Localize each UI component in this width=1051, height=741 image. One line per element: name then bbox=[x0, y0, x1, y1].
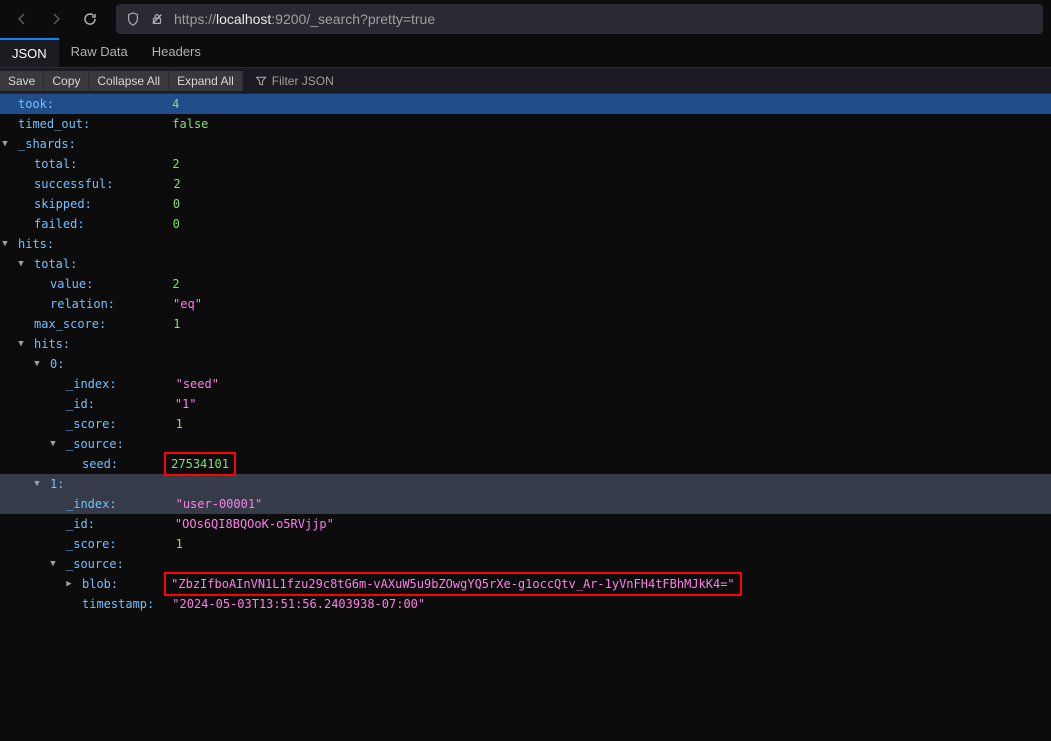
copy-button[interactable]: Copy bbox=[44, 71, 89, 91]
chevron-down-icon[interactable]: ▼ bbox=[16, 254, 26, 274]
json-tree: took:4 timed_out:false ▼_shards: total:2… bbox=[0, 94, 1051, 614]
json-row-hit1-source[interactable]: ▼_source: bbox=[0, 554, 1051, 574]
json-row-hits-total-value[interactable]: value:2 bbox=[0, 274, 1051, 294]
json-row-timed-out[interactable]: timed_out:false bbox=[0, 114, 1051, 134]
json-row-hits-maxscore[interactable]: max_score:1 bbox=[0, 314, 1051, 334]
viewer-tabs: JSON Raw Data Headers bbox=[0, 38, 1051, 68]
chevron-right-icon[interactable]: ▶ bbox=[64, 574, 74, 594]
tab-json[interactable]: JSON bbox=[0, 38, 59, 67]
json-row-hit0-index[interactable]: _index:"seed" bbox=[0, 374, 1051, 394]
json-row-shards-total[interactable]: total:2 bbox=[0, 154, 1051, 174]
browser-nav-bar: https://localhost:9200/_search?pretty=tr… bbox=[0, 0, 1051, 38]
json-row-hits-hits[interactable]: ▼hits: bbox=[0, 334, 1051, 354]
chevron-down-icon[interactable]: ▼ bbox=[32, 474, 42, 494]
forward-button[interactable] bbox=[42, 5, 70, 33]
chevron-down-icon[interactable]: ▼ bbox=[32, 354, 42, 374]
json-row-hit-0[interactable]: ▼0: bbox=[0, 354, 1051, 374]
json-row-hit0-source[interactable]: ▼_source: bbox=[0, 434, 1051, 454]
json-row-hits[interactable]: ▼hits: bbox=[0, 234, 1051, 254]
json-row-hit-1[interactable]: ▼1: bbox=[0, 474, 1051, 494]
highlight-box: "ZbzIfboAInVN1L1fzu29c8tG6m-vAXuW5u9bZOw… bbox=[164, 572, 742, 596]
save-button[interactable]: Save bbox=[0, 71, 44, 91]
json-row-hits-total-relation[interactable]: relation:"eq" bbox=[0, 294, 1051, 314]
json-row-hit1-timestamp[interactable]: timestamp:"2024-05-03T13:51:56.2403938-0… bbox=[0, 594, 1051, 614]
chevron-down-icon[interactable]: ▼ bbox=[16, 334, 26, 354]
tab-raw-data[interactable]: Raw Data bbox=[59, 38, 140, 67]
reload-button[interactable] bbox=[76, 5, 104, 33]
chevron-down-icon[interactable]: ▼ bbox=[0, 134, 10, 154]
json-toolbar: Save Copy Collapse All Expand All Filter… bbox=[0, 68, 1051, 94]
url-bar[interactable]: https://localhost:9200/_search?pretty=tr… bbox=[116, 4, 1043, 34]
filter-icon bbox=[255, 75, 267, 87]
json-row-hit0-seed[interactable]: seed:27534101 bbox=[0, 454, 1051, 474]
expand-all-button[interactable]: Expand All bbox=[169, 71, 243, 91]
shield-icon bbox=[126, 12, 140, 26]
tab-headers[interactable]: Headers bbox=[140, 38, 213, 67]
back-button[interactable] bbox=[8, 5, 36, 33]
json-row-hit0-score[interactable]: _score:1 bbox=[0, 414, 1051, 434]
json-row-hit1-blob[interactable]: ▶blob:"ZbzIfboAInVN1L1fzu29c8tG6m-vAXuW5… bbox=[0, 574, 1051, 594]
json-row-hit0-id[interactable]: _id:"1" bbox=[0, 394, 1051, 414]
chevron-down-icon[interactable]: ▼ bbox=[48, 434, 58, 454]
filter-json-input[interactable]: Filter JSON bbox=[249, 74, 340, 88]
json-row-shards-failed[interactable]: failed:0 bbox=[0, 214, 1051, 234]
json-row-shards-skipped[interactable]: skipped:0 bbox=[0, 194, 1051, 214]
url-text: https://localhost:9200/_search?pretty=tr… bbox=[174, 11, 1033, 27]
json-row-hit1-score[interactable]: _score:1 bbox=[0, 534, 1051, 554]
json-row-shards[interactable]: ▼_shards: bbox=[0, 134, 1051, 154]
json-row-hit1-index[interactable]: _index:"user-00001" bbox=[0, 494, 1051, 514]
lock-icon bbox=[150, 12, 164, 26]
collapse-all-button[interactable]: Collapse All bbox=[89, 71, 169, 91]
chevron-down-icon[interactable]: ▼ bbox=[0, 234, 10, 254]
json-row-took[interactable]: took:4 bbox=[0, 94, 1051, 114]
json-row-shards-successful[interactable]: successful:2 bbox=[0, 174, 1051, 194]
highlight-box: 27534101 bbox=[164, 452, 236, 476]
chevron-down-icon[interactable]: ▼ bbox=[48, 554, 58, 574]
json-row-hits-total[interactable]: ▼total: bbox=[0, 254, 1051, 274]
json-row-hit1-id[interactable]: _id:"OOs6QI8BQOoK-o5RVjjp" bbox=[0, 514, 1051, 534]
